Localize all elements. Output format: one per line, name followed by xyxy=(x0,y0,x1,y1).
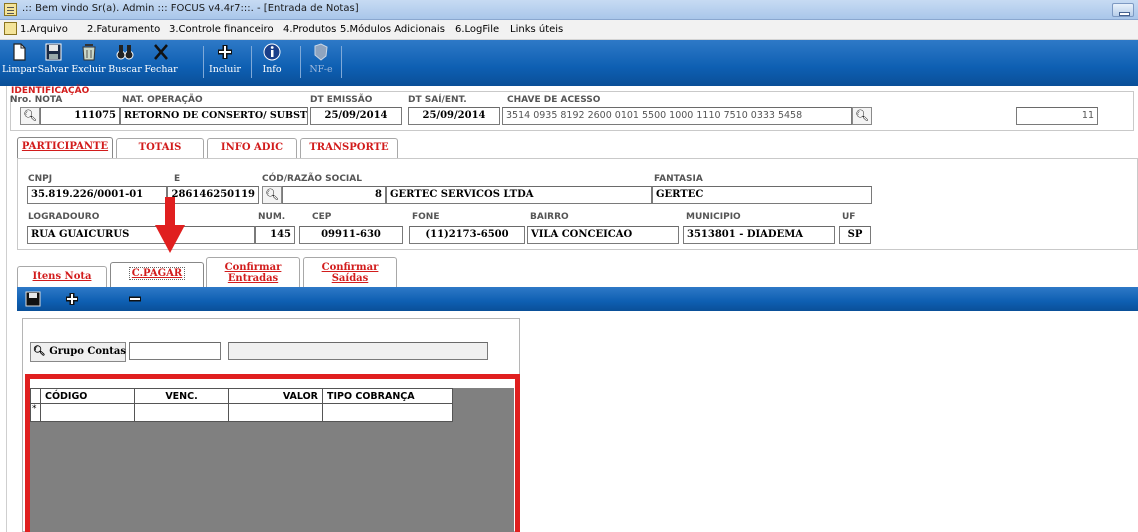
buscar-button[interactable]: Buscar xyxy=(107,42,143,84)
ie-field[interactable]: 286146250119 xyxy=(167,186,259,204)
nro-nota-search-icon[interactable]: 🔍︎ xyxy=(20,107,40,125)
plus-icon xyxy=(66,293,78,305)
nro-nota-label: Nro. NOTA xyxy=(10,95,63,105)
annotation-arrow-head xyxy=(155,225,185,253)
toolbar-separator xyxy=(341,46,342,78)
logradouro-label: LOGRADOURO xyxy=(28,212,100,222)
tab-confirmar-entradas-line1: Confirmar xyxy=(224,262,282,273)
cnpj-field[interactable]: 35.819.226/0001-01 xyxy=(27,186,167,204)
cep-label: CEP xyxy=(312,212,332,222)
razao-social-field[interactable]: GERTEC SERVICOS LTDA xyxy=(386,186,652,204)
tab-participante[interactable]: PARTICIPANTE xyxy=(17,137,113,159)
tab-confirmar-saidas[interactable]: Confirmar Saídas xyxy=(303,257,397,287)
nro-nota-field[interactable]: 111075 xyxy=(40,107,120,125)
nat-operacao-field[interactable]: RETORNO DE CONSERTO/ SUBST xyxy=(120,107,308,125)
salvar-button[interactable]: Salvar xyxy=(36,42,70,84)
menu-logfile[interactable]: 6.LogFile xyxy=(455,24,499,35)
tab-confirmar-entradas[interactable]: Confirmar Entradas xyxy=(206,257,300,287)
fantasia-field[interactable]: GERTEC xyxy=(652,186,872,204)
num-label: NUM. xyxy=(258,212,286,222)
mdi-document-icon xyxy=(4,22,17,35)
menu-links-uteis[interactable]: Links úteis xyxy=(510,24,563,35)
cod-field[interactable]: 8 xyxy=(282,186,386,204)
fone-label: FONE xyxy=(412,212,440,222)
grupo-contas-label: Grupo Contas xyxy=(49,346,127,357)
menu-faturamento[interactable]: 2.Faturamento xyxy=(87,24,160,35)
tab-info-adic[interactable]: INFO ADIC xyxy=(207,138,297,158)
dt-sai-field[interactable]: 25/09/2014 xyxy=(408,107,500,125)
menu-produtos[interactable]: 4.Produtos xyxy=(283,24,336,35)
floppy-disk-icon xyxy=(25,291,41,307)
tab-cpagar[interactable]: C.PAGAR xyxy=(110,262,204,287)
window-left-edge xyxy=(6,86,7,532)
cnpj-label: CNPJ xyxy=(28,174,53,184)
cpagar-remove-button[interactable] xyxy=(126,290,144,308)
nfe-icon xyxy=(311,42,331,62)
excluir-button[interactable]: Excluir xyxy=(70,42,107,84)
extra-value-field[interactable]: 11 xyxy=(1016,107,1098,125)
uf-label: UF xyxy=(842,212,856,222)
minus-icon xyxy=(129,296,141,302)
menu-arquivo[interactable]: 1.Arquivo xyxy=(20,24,68,35)
new-document-icon xyxy=(9,42,29,62)
ie-label: E xyxy=(174,174,181,184)
logradouro-field[interactable]: RUA GUAICURUS xyxy=(27,226,255,244)
municipio-label: MUNICIPIO xyxy=(686,212,741,222)
info-icon xyxy=(262,42,282,62)
fone-field[interactable]: (11)2173-6500 xyxy=(409,226,525,244)
cpagar-add-button[interactable] xyxy=(63,290,81,308)
uf-field[interactable]: SP xyxy=(839,226,871,244)
binoculars-icon: 🔍︎ xyxy=(33,346,46,357)
dt-sai-label: DT SAÍ/ENT. xyxy=(408,95,467,105)
dt-emissao-label: DT EMISSÃO xyxy=(310,95,373,105)
nat-operacao-label: NAT. OPERAÇÃO xyxy=(122,95,203,105)
toolbar-separator xyxy=(203,46,204,78)
chave-search-icon[interactable]: 🔍︎ xyxy=(852,107,872,125)
grupo-contas-button[interactable]: 🔍︎ Grupo Contas xyxy=(30,342,126,362)
razao-search-icon[interactable]: 🔍︎ xyxy=(262,186,282,204)
toolbar-separator xyxy=(300,46,301,78)
tab-cpagar-label: C.PAGAR xyxy=(128,267,186,280)
dt-emissao-field[interactable]: 25/09/2014 xyxy=(310,107,402,125)
menu-controle-financeiro[interactable]: 3.Controle financeiro xyxy=(169,24,274,35)
grupo-contas-input[interactable] xyxy=(129,342,221,360)
fantasia-label: FANTASIA xyxy=(654,174,703,184)
tab-itens-nota[interactable]: Itens Nota xyxy=(17,266,107,287)
num-field[interactable]: 145 xyxy=(255,226,295,244)
cep-field[interactable]: 09911-630 xyxy=(299,226,403,244)
window-title: .:: Bem vindo Sr(a). Admin ::: FOCUS v4.… xyxy=(22,3,359,14)
bairro-label: BAIRRO xyxy=(530,212,569,222)
tab-totais[interactable]: TOTAIS xyxy=(116,138,204,158)
minimize-button[interactable] xyxy=(1112,3,1134,17)
grupo-contas-description xyxy=(228,342,488,360)
annotation-arrow-shaft xyxy=(165,197,175,227)
bairro-field[interactable]: VILA CONCEICAO xyxy=(527,226,679,244)
info-button[interactable]: Info xyxy=(257,42,287,84)
app-icon xyxy=(4,3,17,16)
municipio-field[interactable]: 3513801 - DIADEMA xyxy=(683,226,835,244)
chave-acesso-field[interactable]: 3514 0935 8192 2600 0101 5500 1000 1110 … xyxy=(502,107,852,125)
fechar-button[interactable]: Fechar xyxy=(143,42,179,84)
close-x-icon xyxy=(151,42,171,62)
cod-razao-label: CÓD/RAZÃO SOCIAL xyxy=(262,174,362,184)
cpagar-toolbar xyxy=(17,287,1138,311)
tab-transporte[interactable]: TRANSPORTE xyxy=(300,138,398,158)
incluir-button[interactable]: Incluir xyxy=(207,42,243,84)
tab-confirmar-saidas-line2: Saídas xyxy=(331,273,369,284)
tab-confirmar-entradas-line2: Entradas xyxy=(227,273,279,284)
toolbar-separator xyxy=(251,46,252,78)
trash-icon xyxy=(79,42,99,62)
floppy-disk-icon xyxy=(43,42,63,62)
annotation-highlight-box xyxy=(25,374,520,532)
menu-modulos-adicionais[interactable]: 5.Módulos Adicionais xyxy=(340,24,445,35)
plus-icon xyxy=(215,42,235,62)
chave-acesso-label: CHAVE DE ACESSO xyxy=(507,95,601,105)
limpar-button[interactable]: Limpar xyxy=(2,42,37,84)
binoculars-icon xyxy=(115,42,135,62)
tab-confirmar-saidas-line1: Confirmar xyxy=(321,262,379,273)
nfe-button[interactable]: NF-e xyxy=(305,42,337,84)
window-title-bar: .:: Bem vindo Sr(a). Admin ::: FOCUS v4.… xyxy=(0,0,1138,20)
cpagar-save-button[interactable] xyxy=(24,290,42,308)
